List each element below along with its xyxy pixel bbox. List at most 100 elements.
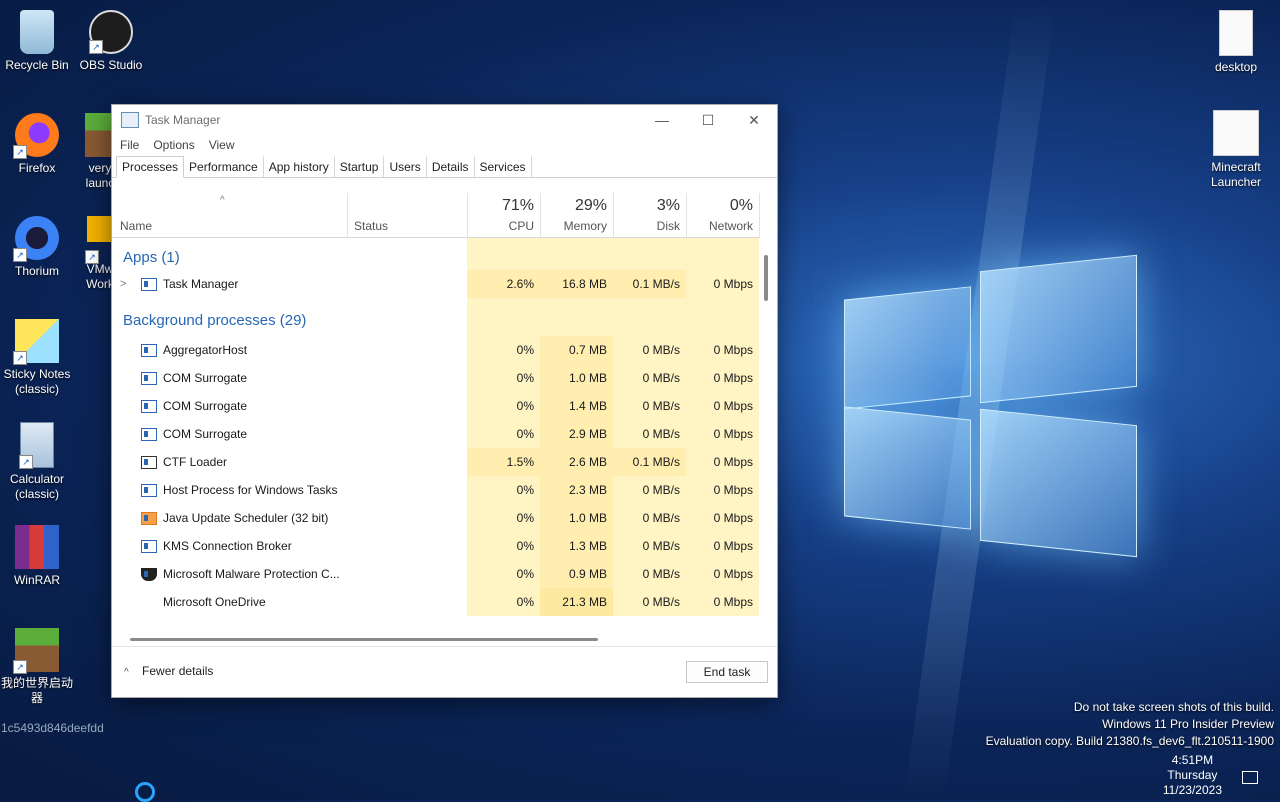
process-name: Host Process for Windows Tasks xyxy=(163,483,338,497)
vertical-scrollbar[interactable] xyxy=(764,255,768,301)
fewer-details-button[interactable]: ^ Fewer details xyxy=(124,664,213,678)
desktop-icon-label: Recycle Bin xyxy=(5,58,69,72)
desktop-icon-obs[interactable]: ↗ OBS Studio xyxy=(74,10,148,73)
column-status[interactable]: Status xyxy=(347,193,467,237)
disk-value: 0 MB/s xyxy=(613,532,686,560)
desktop-icon-label: Calculator (classic) xyxy=(9,472,65,501)
taskbar-clock[interactable]: 4:51PM Thursday 11/23/2023 xyxy=(1163,753,1222,798)
network-value: 0 Mbps xyxy=(686,420,759,448)
tab-services[interactable]: Services xyxy=(475,156,532,177)
cpu-label: CPU xyxy=(508,219,534,233)
memory-value: 2.9 MB xyxy=(540,420,613,448)
desktop-icon-minecraft-cn[interactable]: ↗ 我的世界启动器 xyxy=(0,628,74,706)
table-row[interactable]: AggregatorHost 0% 0.7 MB 0 MB/s 0 Mbps xyxy=(112,336,760,364)
memory-total: 29% xyxy=(574,197,607,214)
title-bar[interactable]: Task Manager — ☐ ✕ xyxy=(112,105,777,135)
maximize-button[interactable]: ☐ xyxy=(685,112,731,129)
column-power[interactable]: Po xyxy=(759,193,760,237)
watermark-line: Windows 11 Pro Insider Preview xyxy=(1102,717,1274,731)
disk-value: 0 MB/s xyxy=(613,336,686,364)
menu-options[interactable]: Options xyxy=(153,138,194,152)
minimize-button[interactable]: — xyxy=(639,112,685,129)
process-icon xyxy=(141,344,157,357)
cpu-value: 0% xyxy=(467,364,540,392)
table-row[interactable]: COM Surrogate 0% 1.0 MB 0 MB/s 0 Mbps xyxy=(112,364,760,392)
memory-value: 21.3 MB xyxy=(540,588,613,616)
desktop-icon-sticky-notes[interactable]: ↗ Sticky Notes (classic) xyxy=(0,319,74,397)
clock-day: Thursday xyxy=(1167,768,1218,782)
cpu-value: 0% xyxy=(467,476,540,504)
table-row[interactable]: Host Process for Windows Tasks 0% 2.3 MB… xyxy=(112,476,760,504)
winrar-icon xyxy=(15,525,59,569)
desktop-icon-minecraft-launcher[interactable]: Minecraft Launcher xyxy=(1199,110,1273,190)
network-value: 0 Mbps xyxy=(686,336,759,364)
task-manager-window[interactable]: Task Manager — ☐ ✕ File Options View Pro… xyxy=(111,104,778,698)
horizontal-scrollbar[interactable] xyxy=(130,638,598,641)
vmware-icon: ↗ xyxy=(85,216,113,264)
table-row[interactable]: KMS Connection Broker 0% 1.3 MB 0 MB/s 0… xyxy=(112,532,760,560)
table-row[interactable]: COM Surrogate 0% 2.9 MB 0 MB/s 0 Mbps xyxy=(112,420,760,448)
recycle-bin-icon xyxy=(20,10,54,54)
network-value: 0 Mbps xyxy=(686,392,759,420)
menu-bar: File Options View xyxy=(112,135,777,155)
tab-processes[interactable]: Processes xyxy=(116,156,185,178)
chevron-up-icon: ^ xyxy=(124,667,129,678)
tab-app-history[interactable]: App history xyxy=(264,156,335,177)
column-name[interactable]: Name xyxy=(112,193,347,237)
column-network[interactable]: 0% Network xyxy=(686,193,759,237)
cortana-icon[interactable] xyxy=(135,782,155,802)
table-row[interactable]: Microsoft Malware Protection C... 0% 0.9… xyxy=(112,560,760,588)
desktop-icon-label: Sticky Notes (classic) xyxy=(3,367,71,396)
desktop-hash-text: 1c5493d846deefdd xyxy=(1,721,104,735)
tab-users[interactable]: Users xyxy=(384,156,427,177)
group-header-apps: Apps (1) xyxy=(112,238,760,270)
process-name: COM Surrogate xyxy=(163,371,248,385)
window-title: Task Manager xyxy=(145,113,221,127)
shortcut-arrow-icon: ↗ xyxy=(13,145,27,159)
table-row[interactable]: Microsoft OneDrive 0% 21.3 MB 0 MB/s 0 M… xyxy=(112,588,760,616)
process-icon xyxy=(141,400,157,413)
desktop-icon-desktop-file[interactable]: desktop xyxy=(1199,10,1273,75)
memory-value: 2.6 MB xyxy=(540,448,613,476)
column-memory[interactable]: 29% Memory xyxy=(540,193,613,237)
chevron-right-icon[interactable]: > xyxy=(120,270,126,298)
end-task-button[interactable]: End task xyxy=(686,661,768,683)
cpu-value: 0% xyxy=(467,560,540,588)
close-button[interactable]: ✕ xyxy=(731,112,777,129)
column-cpu[interactable]: 71% CPU xyxy=(467,193,540,237)
network-label: Network xyxy=(708,219,753,233)
firefox-icon: ↗ xyxy=(13,113,59,159)
table-row[interactable]: CTF Loader 1.5% 2.6 MB 0.1 MB/s 0 Mbps xyxy=(112,448,760,476)
desktop-icon-label: desktop xyxy=(1214,60,1258,74)
java-icon xyxy=(1213,110,1259,156)
memory-value: 1.4 MB xyxy=(540,392,613,420)
desktop-icon-winrar[interactable]: WinRAR xyxy=(0,525,74,588)
process-name: CTF Loader xyxy=(163,455,228,469)
cpu-total: 71% xyxy=(501,197,534,214)
cpu-value: 0% xyxy=(467,336,540,364)
column-headers: ^ Name Status 71% CPU 29% Memory 3% Disk… xyxy=(112,193,760,238)
desktop-icon-recycle-bin[interactable]: Recycle Bin xyxy=(0,10,74,73)
desktop-icon-firefox[interactable]: ↗ Firefox xyxy=(0,113,74,176)
table-row[interactable]: Java Update Scheduler (32 bit) 0% 1.0 MB… xyxy=(112,504,760,532)
desktop-icon-calculator[interactable]: ↗ Calculator (classic) xyxy=(0,422,74,502)
table-row[interactable]: > Task Manager 2.6% 16.8 MB 0.1 MB/s 0 M… xyxy=(112,270,760,298)
network-value: 0 Mbps xyxy=(686,588,759,616)
desktop-icon-thorium[interactable]: ↗ Thorium xyxy=(0,216,74,279)
tab-details[interactable]: Details xyxy=(427,156,475,177)
process-list: Apps (1) > Task Manager 2.6% 16.8 MB 0.1… xyxy=(112,238,760,616)
table-row[interactable]: COM Surrogate 0% 1.4 MB 0 MB/s 0 Mbps xyxy=(112,392,760,420)
column-disk[interactable]: 3% Disk xyxy=(613,193,686,237)
disk-value: 0 MB/s xyxy=(613,504,686,532)
process-grid: ^ Name Status 71% CPU 29% Memory 3% Disk… xyxy=(112,193,760,645)
tab-performance[interactable]: Performance xyxy=(184,156,264,177)
group-title: Background processes (29) xyxy=(123,312,307,329)
tab-startup[interactable]: Startup xyxy=(335,156,385,177)
menu-view[interactable]: View xyxy=(209,138,235,152)
sticky-notes-icon: ↗ xyxy=(13,319,59,365)
notification-icon[interactable] xyxy=(1242,771,1258,784)
process-name: COM Surrogate xyxy=(163,399,248,413)
disk-value: 0 MB/s xyxy=(613,588,686,616)
menu-file[interactable]: File xyxy=(120,138,139,152)
disk-total: 3% xyxy=(656,197,680,214)
